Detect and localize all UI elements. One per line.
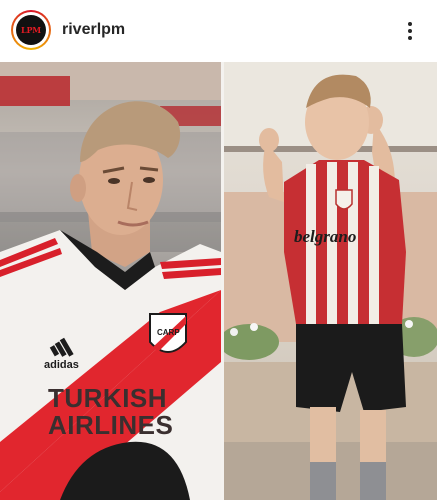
more-options-icon[interactable] [400, 16, 420, 46]
post-header: LPM riverlpm [0, 0, 437, 62]
sponsor-line-1: TURKISH [48, 383, 167, 413]
avatar-logo: LPM [16, 15, 46, 45]
shirt-text: belgrano [294, 227, 356, 246]
child-crest-icon [335, 189, 353, 210]
post-username[interactable]: riverlpm [62, 21, 125, 39]
river-plate-crest-icon: CARP [149, 313, 187, 353]
avatar-text: LPM [21, 25, 41, 35]
sponsor-line-2: AIRLINES [48, 410, 173, 440]
jersey-brand-text: adidas [44, 359, 79, 371]
crest-text: CARP [157, 328, 180, 337]
profile-avatar[interactable]: LPM [11, 10, 51, 50]
childhood-photo: belgrano [224, 62, 437, 500]
player-photo: adidas CARP TURKISH AIRLINES [0, 62, 221, 500]
post-image[interactable]: adidas CARP TURKISH AIRLINES belgrano [0, 62, 437, 500]
